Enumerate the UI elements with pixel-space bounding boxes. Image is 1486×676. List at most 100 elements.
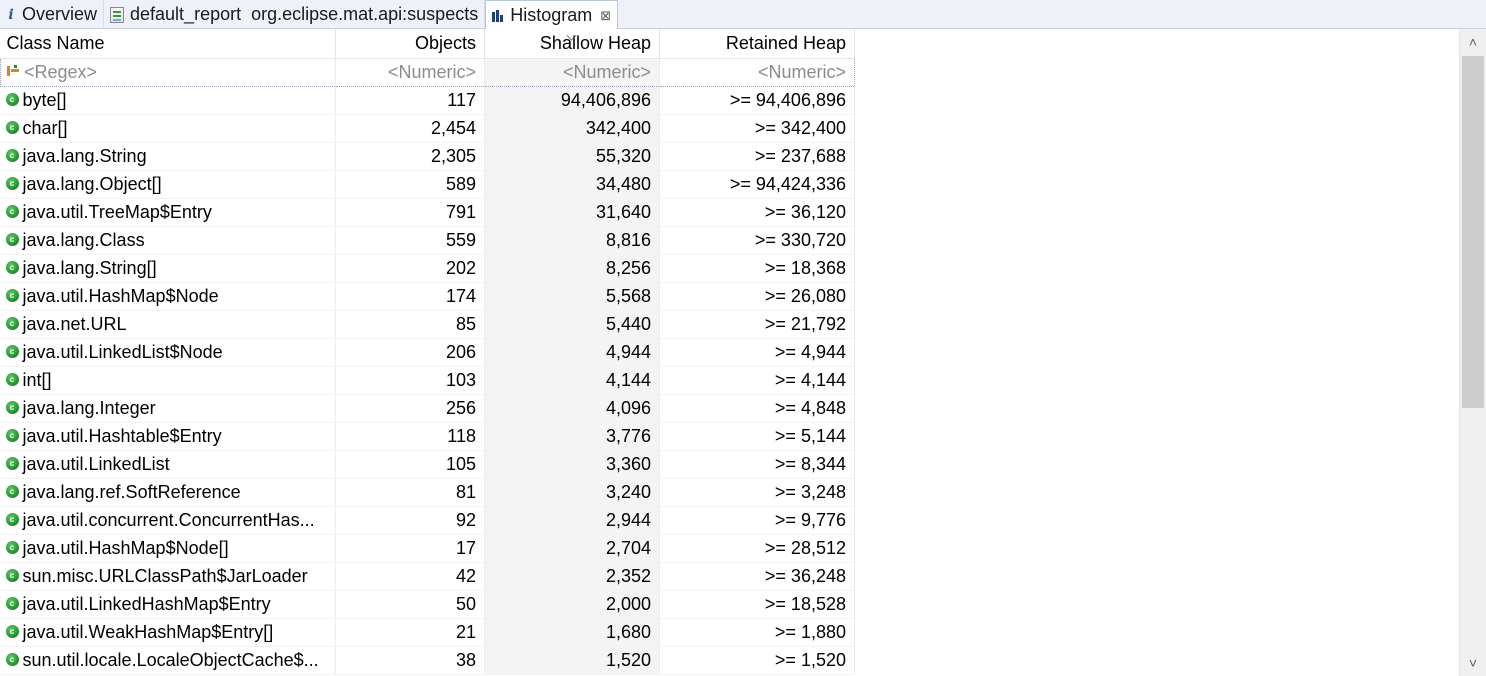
scroll-up-icon[interactable]: ˄ [1460,29,1486,55]
class-icon: c [5,372,19,386]
class-name-cell[interactable]: c java.lang.Integer [0,394,336,423]
table-row[interactable]: c java.util.LinkedList 105 3,360 >= 8,344 [0,450,855,479]
column-header-class-name[interactable]: Class Name [0,29,336,59]
table-row[interactable]: c java.util.LinkedList$Node 206 4,944 >= 4,9… [0,338,855,367]
class-name-text: java.util.Hashtable$Entry [22,425,222,446]
class-name-text: java.util.HashMap$Node [22,285,219,306]
table-header: Class Name Objects Shallow Heap Retained… [0,29,855,59]
class-name-cell[interactable]: c java.lang.ref.SoftReference [0,478,336,507]
table-row[interactable]: c int[] 103 4,144 >= 4,144 [0,366,855,395]
table-row[interactable]: c java.net.URL 85 5,440 >= 21,792 [0,310,855,339]
class-name-text: java.util.LinkedList [22,453,170,474]
scrollbar-thumb[interactable] [1462,56,1484,408]
table-row[interactable]: c java.util.HashMap$Node[] 17 2,704 >= 28,51… [0,534,855,563]
tab-default-report[interactable]: default_report org.eclipse.mat.api:suspe… [104,0,486,29]
class-name-text: java.lang.ref.SoftReference [22,481,241,502]
retained-heap-cell: >= 21,792 [659,310,855,339]
column-header-objects[interactable]: Objects [335,29,485,59]
table-row[interactable]: c java.util.LinkedHashMap$Entry 50 2,000 >= … [0,590,855,619]
class-icon: c [5,540,19,554]
table-row[interactable]: c sun.misc.URLClassPath$JarLoader 42 2,352 >… [0,562,855,591]
table-row[interactable]: c java.lang.String[] 202 8,256 >= 18,368 [0,254,855,283]
tab-histogram[interactable]: Histogram ⊠ [485,0,619,30]
filter-objects[interactable]: <Numeric> [335,57,485,87]
column-header-shallow-heap[interactable]: Shallow Heap [484,29,660,59]
objects-cell: 117 [335,86,485,115]
class-name-cell[interactable]: c byte[] [0,86,336,115]
shallow-heap-cell: 4,144 [484,366,660,395]
class-icon: c [5,512,19,526]
table-row[interactable]: c byte[] 117 94,406,896 >= 94,406,896 [0,86,855,115]
tab-overview[interactable]: i Overview [0,0,105,29]
table-row[interactable]: c java.lang.Integer 256 4,096 >= 4,848 [0,394,855,423]
table-row[interactable]: c java.lang.ref.SoftReference 81 3,240 >= 3,… [0,478,855,507]
class-name-text: sun.util.locale.LocaleObjectCache$... [22,649,319,670]
shallow-heap-cell: 5,568 [484,282,660,311]
class-name-cell[interactable]: c sun.util.locale.LocaleObjectCache$... [0,646,336,675]
objects-cell: 2,454 [335,114,485,143]
class-name-cell[interactable]: c java.util.TreeMap$Entry [0,198,336,227]
shallow-heap-cell: 2,944 [484,506,660,535]
class-name-text: java.util.LinkedHashMap$Entry [22,593,271,614]
table-row[interactable]: c char[] 2,454 342,400 >= 342,400 [0,114,855,143]
histogram-icon [492,9,504,22]
objects-cell: 589 [335,170,485,199]
class-name-cell[interactable]: c java.util.LinkedHashMap$Entry [0,590,336,619]
objects-cell: 206 [335,338,485,367]
class-name-cell[interactable]: c java.util.HashMap$Node[] [0,534,336,563]
objects-cell: 50 [335,590,485,619]
shallow-heap-cell: 2,000 [484,590,660,619]
retained-heap-cell: >= 18,368 [659,254,855,283]
filter-shallow-heap[interactable]: <Numeric> [484,57,660,87]
class-name-cell[interactable]: c java.lang.String [0,142,336,171]
objects-cell: 103 [335,366,485,395]
retained-heap-cell: >= 3,248 [659,478,855,507]
retained-heap-cell: >= 237,688 [659,142,855,171]
table-row[interactable]: c java.util.HashMap$Node 174 5,568 >= 26,080 [0,282,855,311]
class-name-cell[interactable]: c java.util.WeakHashMap$Entry[] [0,618,336,647]
class-name-cell[interactable]: c java.util.LinkedList$Node [0,338,336,367]
objects-cell: 21 [335,618,485,647]
filter-class-name[interactable]: <Regex> [0,57,336,87]
class-name-text: int[] [22,369,52,390]
class-name-cell[interactable]: c java.lang.String[] [0,254,336,283]
retained-heap-cell: >= 28,512 [659,534,855,563]
class-name-cell[interactable]: c int[] [0,366,336,395]
scroll-down-icon[interactable]: ˅ [1460,650,1486,676]
vertical-scrollbar[interactable]: ˄ ˅ [1459,29,1486,676]
table-row[interactable]: c java.lang.Class 559 8,816 >= 330,720 [0,226,855,255]
class-name-cell[interactable]: c java.util.HashMap$Node [0,282,336,311]
class-name-cell[interactable]: c java.lang.Class [0,226,336,255]
shallow-heap-cell: 3,776 [484,422,660,451]
class-name-cell[interactable]: c java.util.Hashtable$Entry [0,422,336,451]
close-tab-icon[interactable]: ⊠ [600,8,611,24]
class-icon: c [5,148,19,162]
class-icon: c [5,456,19,470]
class-name-cell[interactable]: c java.util.LinkedList [0,450,336,479]
shallow-heap-cell: 8,816 [484,226,660,255]
class-name-cell[interactable]: c java.net.URL [0,310,336,339]
table-row[interactable]: c java.util.WeakHashMap$Entry[] 21 1,680 >= … [0,618,855,647]
class-name-cell[interactable]: c char[] [0,114,336,143]
table-row[interactable]: c java.util.concurrent.ConcurrentHas... 92… [0,506,855,535]
class-name-cell[interactable]: c java.lang.Object[] [0,170,336,199]
retained-heap-cell: >= 36,120 [659,198,855,227]
filter-retained-heap[interactable]: <Numeric> [659,57,855,87]
class-name-cell[interactable]: c java.util.concurrent.ConcurrentHas... [0,506,336,535]
class-icon: c [5,92,19,106]
table-row[interactable]: c java.lang.String 2,305 55,320 >= 237,688 [0,142,855,171]
class-name-text: java.lang.Object[] [22,173,162,194]
column-header-retained-heap[interactable]: Retained Heap [659,29,855,59]
table-row[interactable]: c java.lang.Object[] 589 34,480 >= 94,424,33… [0,170,855,199]
class-name-cell[interactable]: c sun.misc.URLClassPath$JarLoader [0,562,336,591]
class-icon: c [5,232,19,246]
objects-cell: 791 [335,198,485,227]
class-icon: c [5,596,19,610]
table-row[interactable]: c java.util.TreeMap$Entry 791 31,640 >= 36,1… [0,198,855,227]
table-row[interactable]: c java.util.Hashtable$Entry 118 3,776 >= 5,1… [0,422,855,451]
shallow-heap-cell: 2,704 [484,534,660,563]
class-icon: c [5,176,19,190]
objects-cell: 174 [335,282,485,311]
objects-cell: 559 [335,226,485,255]
table-row[interactable]: c sun.util.locale.LocaleObjectCache$... 38… [0,646,855,675]
